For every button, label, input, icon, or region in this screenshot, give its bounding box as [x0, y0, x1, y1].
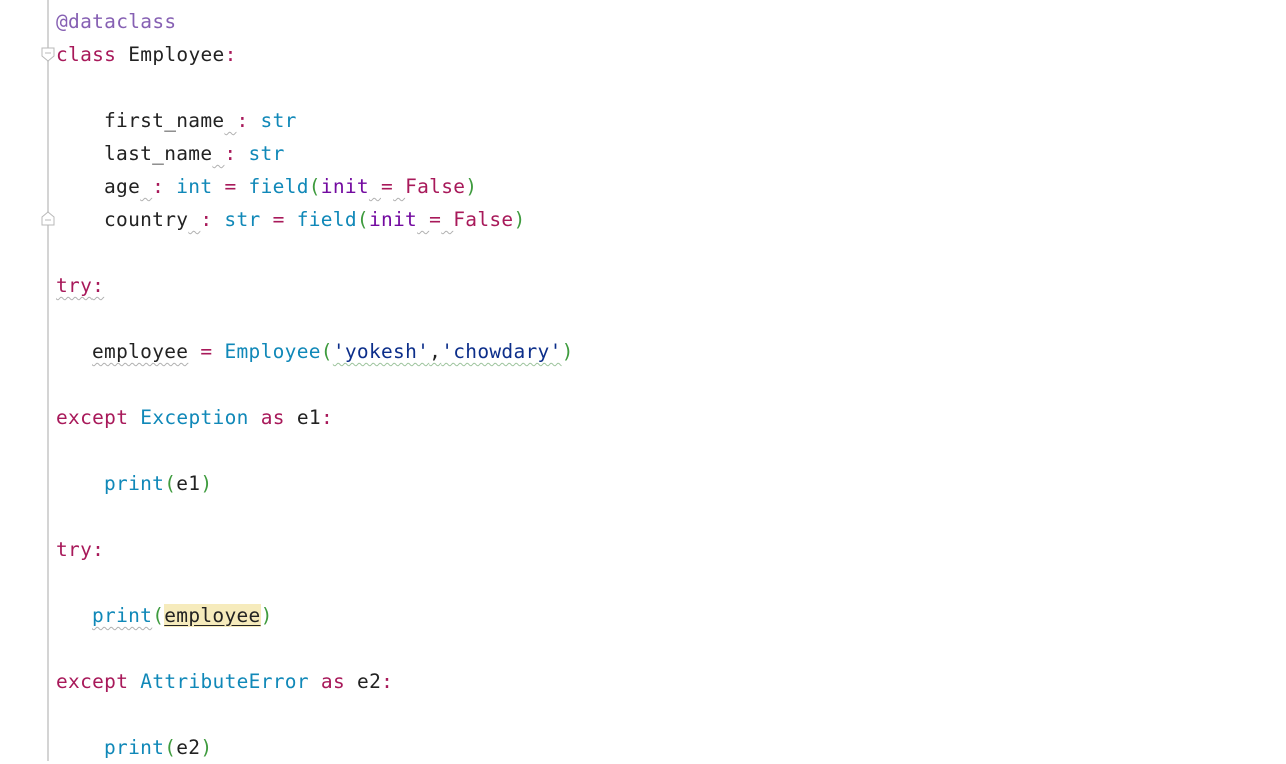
highlighted-variable-token: employee: [164, 604, 261, 627]
keyword-token: except: [56, 406, 129, 429]
string-token: 'chowdary': [441, 340, 562, 363]
field-name-token: first_name: [104, 109, 225, 132]
function-token: print: [104, 472, 165, 495]
variable-token: employee: [92, 340, 189, 363]
colon-token: :: [224, 43, 237, 66]
code-line-try-2[interactable]: try:: [56, 533, 104, 566]
field-name-token: country: [104, 208, 189, 231]
class-name-token: Employee: [128, 43, 225, 66]
code-line-except-1[interactable]: except Exception as e1:: [56, 401, 333, 434]
keyword-token: as: [260, 406, 285, 429]
function-token: print: [92, 604, 153, 627]
code-line-employee-assign[interactable]: employee = Employee('yokesh','chowdary'): [92, 335, 574, 368]
code-line-class-def[interactable]: class Employee:: [56, 38, 237, 71]
exception-class-token: Exception: [140, 406, 249, 429]
code-line-field-country[interactable]: country : str = field(init = False): [104, 203, 526, 236]
code-line-field-age[interactable]: age : int = field(init = False): [104, 170, 477, 203]
function-token: field: [296, 208, 357, 231]
class-call-token: Employee: [224, 340, 321, 363]
code-line-try-1[interactable]: try:: [56, 269, 104, 302]
function-token: print: [104, 736, 165, 759]
code-line-print-e1[interactable]: print(e1): [104, 467, 212, 500]
bool-token: False: [453, 208, 514, 231]
fold-end-icon[interactable]: [41, 211, 55, 226]
string-token: 'yokesh': [332, 340, 430, 363]
exception-class-token: AttributeError: [140, 670, 309, 693]
param-token: init: [368, 208, 418, 231]
type-token: str: [224, 208, 261, 231]
param-token: init: [320, 175, 369, 198]
keyword-token: as: [320, 670, 345, 693]
editor-gutter: [47, 0, 49, 761]
decorator-token: @dataclass: [56, 10, 177, 33]
field-name-token: age: [104, 175, 141, 198]
field-name-token: last_name: [104, 142, 213, 165]
keyword-token: try: [56, 538, 93, 561]
variable-token: e1: [176, 472, 201, 495]
code-line-print-employee[interactable]: print(employee): [92, 599, 273, 632]
type-token: int: [176, 175, 213, 198]
variable-token: e2: [357, 670, 382, 693]
type-token: str: [260, 109, 297, 132]
keyword-token: try: [56, 274, 93, 297]
code-line-decorator[interactable]: @dataclass: [56, 5, 176, 38]
code-line-print-e2[interactable]: print(e2): [104, 731, 212, 764]
code-line-except-2[interactable]: except AttributeError as e2:: [56, 665, 393, 698]
keyword-token: class: [56, 43, 117, 66]
function-token: field: [248, 175, 309, 198]
bool-token: False: [405, 175, 466, 198]
fold-collapse-icon[interactable]: [41, 47, 55, 62]
variable-token: e1: [296, 406, 321, 429]
code-line-field-first-name[interactable]: first_name : str: [104, 104, 297, 137]
type-token: str: [248, 142, 285, 165]
variable-token: e2: [176, 736, 201, 759]
keyword-token: except: [56, 670, 129, 693]
code-line-field-last-name[interactable]: last_name : str: [104, 137, 285, 170]
